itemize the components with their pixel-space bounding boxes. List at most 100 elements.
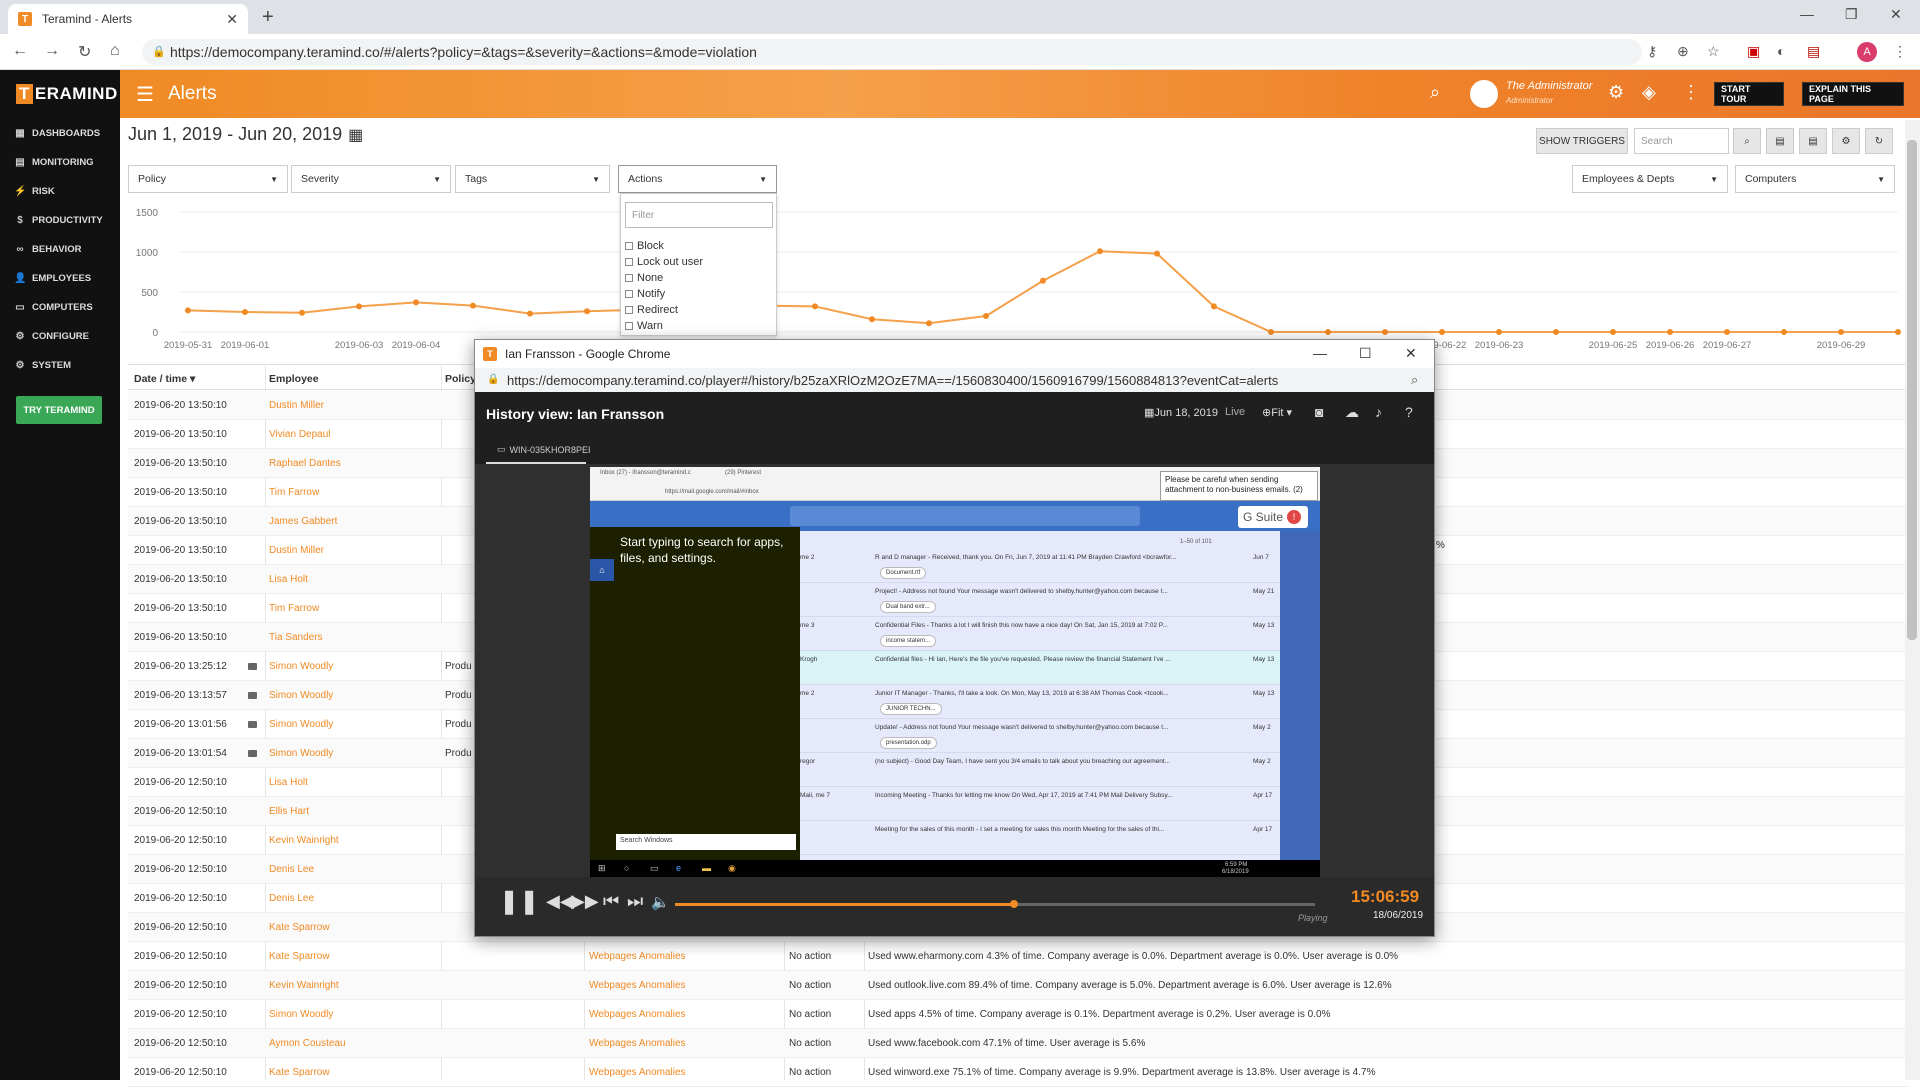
policy-filter[interactable]: Policy ▼: [128, 165, 288, 193]
data-point[interactable]: [1610, 329, 1616, 335]
pdf-extension-icon[interactable]: ▤: [1807, 43, 1820, 60]
table-row[interactable]: 2019-06-20 12:50:10 Kevin Wainright Webpag…: [128, 971, 1908, 1000]
data-point[interactable]: [470, 302, 476, 309]
skip-next-icon[interactable]: ⏭: [627, 891, 643, 912]
checkbox[interactable]: [625, 242, 633, 250]
csv-export-icon[interactable]: ▤: [1799, 128, 1827, 154]
data-point[interactable]: [1097, 248, 1103, 255]
cell-rule[interactable]: Webpages Anomalies: [589, 1038, 686, 1049]
data-point[interactable]: [413, 299, 419, 306]
fit-dropdown[interactable]: ⊕Fit ▾: [1262, 406, 1292, 419]
new-tab-icon[interactable]: +: [262, 6, 274, 29]
actions-filter[interactable]: Actions ▼: [618, 165, 777, 193]
data-point[interactable]: [356, 303, 362, 310]
column-header-employee[interactable]: Employee: [269, 373, 319, 385]
search-input[interactable]: Search: [1634, 128, 1729, 154]
sidebar-item-configure[interactable]: ⚙ CONFIGURE: [14, 331, 89, 342]
data-point[interactable]: [1040, 277, 1046, 284]
data-point[interactable]: [242, 309, 248, 315]
data-point[interactable]: [1838, 329, 1844, 335]
data-point[interactable]: [1154, 250, 1160, 257]
video-camera-icon[interactable]: [248, 721, 257, 728]
severity-filter[interactable]: Severity ▼: [291, 165, 451, 193]
rewind-icon[interactable]: ◀◀: [546, 891, 574, 912]
data-point[interactable]: [527, 310, 533, 317]
action-option-block[interactable]: Block: [625, 240, 664, 252]
sidebar-item-monitoring[interactable]: ▤ MONITORING: [14, 157, 93, 168]
checkbox[interactable]: [625, 306, 633, 314]
sidebar-item-employees[interactable]: 👤 EMPLOYEES: [14, 273, 91, 284]
alert-diamond-icon[interactable]: ◈: [1642, 82, 1656, 103]
data-point[interactable]: [869, 316, 875, 323]
dropdown-filter-input[interactable]: Filter: [625, 202, 773, 228]
reload-icon[interactable]: ↻: [78, 42, 91, 62]
cloud-download-icon[interactable]: ☁: [1345, 404, 1359, 421]
star-icon[interactable]: ☆: [1707, 43, 1720, 60]
cell-rule[interactable]: Webpages Anomalies: [589, 1009, 686, 1020]
cell-employee[interactable]: Raphael Dantes: [269, 458, 341, 469]
menu-dots-icon[interactable]: ⋮: [1893, 43, 1907, 60]
teramind-logo[interactable]: T ERAMIND: [16, 84, 118, 104]
cell-employee[interactable]: Kate Sparrow: [269, 951, 330, 962]
close-window-icon[interactable]: ✕: [1890, 6, 1902, 23]
cell-employee[interactable]: Simon Woodly: [269, 1009, 333, 1020]
extension-icon[interactable]: ▣: [1747, 43, 1760, 60]
cell-rule[interactable]: Webpages Anomalies: [589, 951, 686, 962]
user-name[interactable]: The Administrator: [1506, 80, 1592, 92]
extension-icon[interactable]: ◐: [1777, 43, 1785, 59]
cell-employee[interactable]: Lisa Holt: [269, 777, 308, 788]
cell-employee[interactable]: Simon Woodly: [269, 719, 333, 730]
start-tour-button[interactable]: START TOUR: [1714, 82, 1784, 106]
data-point[interactable]: [1724, 329, 1730, 335]
cell-employee[interactable]: James Gabbert: [269, 516, 337, 527]
fast-forward-icon[interactable]: ▶▶: [571, 891, 599, 912]
sidebar-item-behavior[interactable]: ∞ BEHAVIOR: [14, 244, 81, 255]
sidebar-item-risk[interactable]: ⚡ RISK: [14, 186, 55, 197]
show-triggers-button[interactable]: SHOW TRIGGERS: [1536, 128, 1628, 154]
employees-depts-filter[interactable]: Employees & Depts ▼: [1572, 165, 1728, 193]
hamburger-menu-icon[interactable]: ☰: [136, 82, 154, 107]
cell-employee[interactable]: Kevin Wainright: [269, 980, 339, 991]
data-point[interactable]: [185, 307, 191, 314]
sidebar-item-dashboards[interactable]: ▦ DASHBOARDS: [14, 128, 100, 139]
data-point[interactable]: [1667, 329, 1673, 335]
sidebar-item-system[interactable]: ⚙ SYSTEM: [14, 360, 72, 371]
table-row[interactable]: 2019-06-20 12:50:10 Kate Sparrow Webpages …: [128, 1058, 1908, 1087]
search-icon[interactable]: ⌕: [1733, 128, 1761, 154]
data-point[interactable]: [983, 313, 989, 319]
cell-employee[interactable]: Dustin Miller: [269, 400, 324, 411]
more-dots-icon[interactable]: ⋮: [1682, 82, 1700, 103]
checkbox[interactable]: [625, 290, 633, 298]
forward-icon[interactable]: →: [44, 42, 60, 60]
volume-icon[interactable]: 🔈: [651, 893, 670, 911]
action-option-notify[interactable]: Notify: [625, 288, 665, 300]
sidebar-item-productivity[interactable]: $ PRODUCTIVITY: [14, 215, 103, 226]
page-scrollbar[interactable]: [1905, 120, 1920, 1080]
cell-employee[interactable]: Tim Farrow: [269, 487, 319, 498]
video-camera-icon[interactable]: [248, 750, 257, 757]
key-icon[interactable]: ⚷: [1647, 43, 1657, 60]
home-icon[interactable]: ⌂: [110, 42, 120, 60]
pause-icon[interactable]: ❚❚: [499, 887, 539, 916]
refresh-icon[interactable]: ↻: [1865, 128, 1893, 154]
checkbox[interactable]: [625, 322, 633, 330]
cell-employee[interactable]: Kate Sparrow: [269, 922, 330, 933]
cell-employee[interactable]: Simon Woodly: [269, 661, 333, 672]
skip-previous-icon[interactable]: ⏮: [603, 891, 619, 912]
cell-employee[interactable]: Dustin Miller: [269, 545, 324, 556]
action-option-warn[interactable]: Warn: [625, 320, 663, 332]
action-option-lock-out-user[interactable]: Lock out user: [625, 256, 703, 268]
column-header-policy[interactable]: Policy: [445, 373, 476, 385]
cell-rule[interactable]: Webpages Anomalies: [589, 1067, 686, 1078]
data-point[interactable]: [1325, 329, 1331, 335]
cell-employee[interactable]: Lisa Holt: [269, 574, 308, 585]
checkbox[interactable]: [625, 274, 633, 282]
table-row[interactable]: 2019-06-20 12:50:10 Kate Sparrow Webpages …: [128, 942, 1908, 971]
maximize-icon[interactable]: ☐: [1359, 345, 1372, 362]
data-point[interactable]: [1496, 329, 1502, 335]
sidebar-item-computers[interactable]: ▭ COMPUTERS: [14, 302, 92, 313]
date-picker[interactable]: ▦Jun 18, 2019: [1144, 406, 1218, 419]
data-point[interactable]: [926, 320, 932, 327]
data-point[interactable]: [812, 303, 818, 310]
data-point[interactable]: [1382, 329, 1388, 335]
